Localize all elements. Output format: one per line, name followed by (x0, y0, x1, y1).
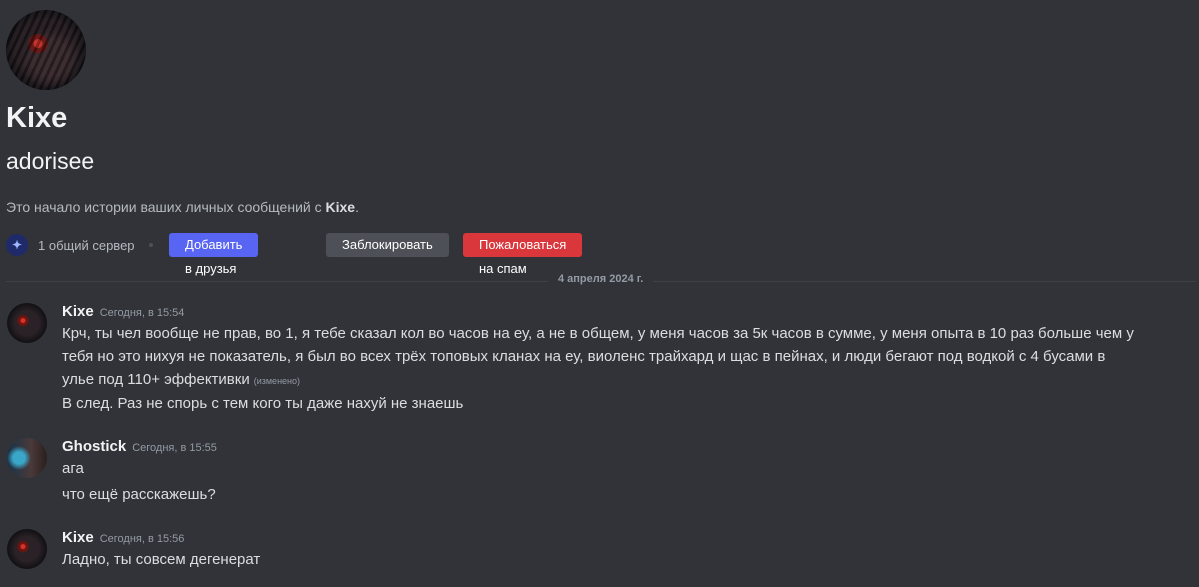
message-text: ага (62, 460, 84, 477)
server-icon[interactable]: ✦ (6, 234, 28, 256)
message-text: что ещё расскажешь? (62, 486, 216, 503)
block-button[interactable]: Заблокировать (326, 233, 449, 257)
message-timestamp: Сегодня, в 15:56 (99, 533, 185, 545)
separator-dot (148, 243, 153, 247)
intro-suffix: . (355, 199, 359, 215)
add-friend-button[interactable]: Добавить в друзья (169, 233, 259, 276)
message-author[interactable]: Ghostick Сегодня, в 15:55 (62, 438, 217, 455)
profile-username: adorisee (6, 148, 95, 174)
intro-name: Kixe (325, 199, 356, 215)
profile-actions: ✦ 1 общий сервер Добавить в друзья Забло… (6, 233, 583, 276)
profile-avatar[interactable] (6, 10, 86, 90)
author-name[interactable]: Kixe (62, 303, 94, 320)
message-author[interactable]: Kixe Сегодня, в 15:54 (62, 303, 184, 320)
report-spam-button[interactable]: Пожаловаться на спам (463, 233, 583, 276)
message-text: тебя но это нихуя не показатель, я был в… (62, 348, 1106, 365)
message-text: улье под 110+ эффективки (изменено) (62, 368, 1172, 393)
dm-intro-text: Это начало истории ваших личных сообщени… (6, 199, 359, 215)
message-timestamp: Сегодня, в 15:54 (99, 307, 185, 319)
author-name[interactable]: Kixe (62, 529, 94, 546)
date-divider-label: 4 апреля 2024 г. (548, 273, 654, 285)
message-timestamp: Сегодня, в 15:55 (132, 442, 217, 454)
avatar[interactable] (7, 529, 47, 569)
message-author[interactable]: Kixe Сегодня, в 15:56 (62, 529, 184, 546)
message-text-part: улье под 110+ эффективки (62, 371, 250, 388)
edited-label: (изменено) (253, 376, 301, 386)
avatar[interactable] (7, 303, 47, 343)
message-text: Крч, ты чел вообще не прав, во 1, я тебе… (62, 325, 1134, 342)
message-text: Ладно, ты совсем дегенерат (62, 551, 261, 568)
intro-prefix: Это начало истории ваших личных сообщени… (6, 199, 326, 215)
profile-display-name: Kixe (6, 102, 68, 134)
author-name[interactable]: Ghostick (62, 438, 126, 455)
mutual-servers-link[interactable]: 1 общий сервер (38, 238, 135, 253)
avatar[interactable] (7, 438, 47, 478)
message-text: В след. Раз не спорь с тем кого ты даже … (62, 395, 464, 412)
